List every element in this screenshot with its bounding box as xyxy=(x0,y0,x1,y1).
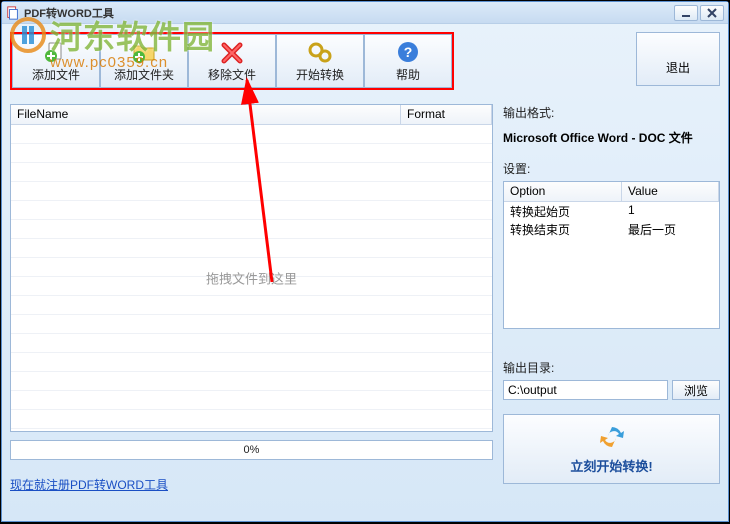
output-format-label: 输出格式: xyxy=(503,104,720,121)
gears-icon xyxy=(307,40,333,64)
exit-button[interactable]: 退出 xyxy=(636,32,720,86)
settings-col-option[interactable]: Option xyxy=(504,182,622,201)
file-table-header: FileName Format xyxy=(11,105,492,125)
start-now-label: 立刻开始转换! xyxy=(570,456,652,475)
register-link[interactable]: 现在就注册PDF转WORD工具 xyxy=(10,476,493,493)
table-row xyxy=(11,239,492,258)
table-row xyxy=(11,372,492,391)
table-row xyxy=(11,296,492,315)
add-file-button[interactable]: 添加文件 xyxy=(12,34,100,88)
browse-button[interactable]: 浏览 xyxy=(672,380,720,400)
table-row xyxy=(11,410,492,429)
table-row xyxy=(11,201,492,220)
table-row xyxy=(11,163,492,182)
start-label: 开始转换 xyxy=(296,66,344,83)
close-button[interactable] xyxy=(700,5,724,21)
progress-percent: 0% xyxy=(244,444,260,456)
output-format-value: Microsoft Office Word - DOC 文件 xyxy=(503,129,720,146)
col-filename[interactable]: FileName xyxy=(11,105,401,124)
file-table-body[interactable]: 拖拽文件到这里 xyxy=(11,125,492,431)
file-list-table[interactable]: FileName Format xyxy=(10,104,493,432)
col-format[interactable]: Format xyxy=(401,105,492,124)
settings-row[interactable]: 转换结束页 最后一页 xyxy=(504,220,719,238)
remove-label: 移除文件 xyxy=(208,66,256,83)
settings-col-value[interactable]: Value xyxy=(622,182,719,201)
start-convert-button[interactable]: 开始转换 xyxy=(276,34,364,88)
remove-file-button[interactable]: 移除文件 xyxy=(188,34,276,88)
help-icon: ? xyxy=(395,40,421,64)
add-folder-icon xyxy=(131,40,157,64)
help-label: 帮助 xyxy=(396,66,420,83)
table-row xyxy=(11,125,492,144)
add-file-label: 添加文件 xyxy=(32,66,80,83)
window-title: PDF转WORD工具 xyxy=(24,5,114,21)
main-toolbar: 添加文件 添加文件夹 移除文件 xyxy=(10,32,454,90)
output-dir-input[interactable] xyxy=(503,380,668,400)
table-row xyxy=(11,182,492,201)
settings-table[interactable]: Option Value 转换起始页 1 转换结束页 最后一页 xyxy=(503,181,720,329)
add-folder-label: 添加文件夹 xyxy=(114,66,174,83)
table-row xyxy=(11,353,492,372)
progress-bar: 0% xyxy=(10,440,493,460)
start-now-button[interactable]: 立刻开始转换! xyxy=(503,414,720,484)
table-row xyxy=(11,144,492,163)
refresh-icon xyxy=(597,424,627,453)
remove-icon xyxy=(219,40,245,64)
titlebar: PDF转WORD工具 xyxy=(2,2,728,24)
table-row xyxy=(11,334,492,353)
table-row xyxy=(11,315,492,334)
minimize-button[interactable] xyxy=(674,5,698,21)
app-window: PDF转WORD工具 添加文件 添加文件夹 xyxy=(1,1,729,522)
exit-label: 退出 xyxy=(666,59,690,76)
help-button[interactable]: ? 帮助 xyxy=(364,34,452,88)
add-file-icon xyxy=(43,40,69,64)
svg-text:?: ? xyxy=(404,44,413,60)
settings-label: 设置: xyxy=(503,160,720,177)
table-row xyxy=(11,220,492,239)
settings-row[interactable]: 转换起始页 1 xyxy=(504,202,719,220)
drag-hint-text: 拖拽文件到这里 xyxy=(206,269,297,288)
add-folder-button[interactable]: 添加文件夹 xyxy=(100,34,188,88)
app-icon xyxy=(6,6,20,20)
output-dir-label: 输出目录: xyxy=(503,359,720,376)
table-row xyxy=(11,391,492,410)
